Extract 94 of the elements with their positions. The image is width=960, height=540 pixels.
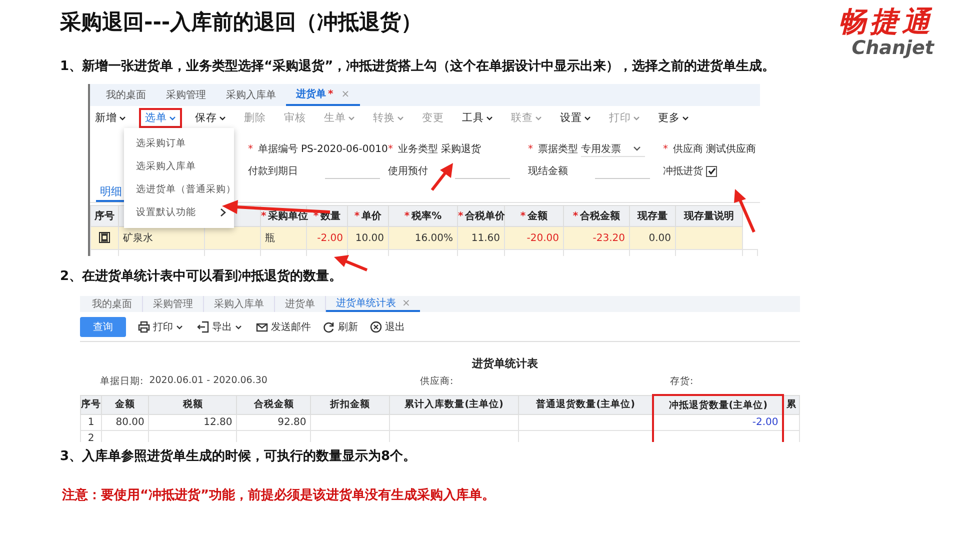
logo-name: 畅捷通 <box>838 6 934 38</box>
field-value[interactable]: PS-2020-06-0010 <box>301 144 388 154</box>
table-cell: -23.20 <box>592 232 625 244</box>
step-text: 3、入库单参照进货单生成的时候，可执行的数量显示为8个。 <box>60 448 418 466</box>
field-label: 供应商 <box>673 142 703 156</box>
required-mark: * <box>663 144 668 154</box>
table-cell: -20.00 <box>526 232 559 244</box>
column-header: 累 <box>786 399 797 410</box>
toolbar-button[interactable]: 发送邮件 <box>256 320 311 334</box>
toolbar-button[interactable]: 打印 <box>138 320 185 334</box>
filter-label: 单据日期: <box>100 375 144 389</box>
table-cell: 瓶 <box>265 233 275 244</box>
table-cell: 1 <box>88 417 94 428</box>
toolbar-button[interactable]: 设置 <box>555 109 596 127</box>
column-header: * 合税金额 <box>572 211 620 222</box>
refresh-icon <box>323 321 335 333</box>
column-header: 金额 <box>115 399 136 410</box>
field-label: 使用预付 <box>388 165 428 178</box>
required-mark: * <box>388 144 393 154</box>
table-cell: 80.00 <box>116 417 144 428</box>
print-icon <box>138 321 150 333</box>
menu-item[interactable]: 设置默认功能 <box>124 201 234 224</box>
table-cell: 2 <box>88 433 94 442</box>
column-header: 普通退货数量(主单位) <box>536 399 635 410</box>
toolbar-button[interactable]: 工具 <box>457 109 498 127</box>
report-title: 进货单统计表 <box>470 356 539 371</box>
toolbar-button[interactable]: 退出 <box>370 320 405 334</box>
checkbox[interactable] <box>706 166 717 176</box>
column-header: 现存量 <box>638 211 668 222</box>
table-cell: 0.00 <box>648 232 671 244</box>
column-header: 合税金额 <box>254 399 294 410</box>
note-text: 注意：要使用“冲抵进货”功能，前提必须是该进货单没有生成采购入库单。 <box>62 486 496 504</box>
field-label: 单据编号 <box>258 142 298 156</box>
arrow <box>334 255 368 272</box>
column-header: 序号 <box>94 211 114 222</box>
table-cell: -2.00 <box>752 417 778 428</box>
field-label: 付款到期日 <box>248 164 298 178</box>
tab[interactable]: 采购入库单 <box>204 296 275 312</box>
tab[interactable]: 我的桌面 <box>82 296 143 312</box>
row-edit-icon[interactable] <box>99 232 110 244</box>
tab[interactable]: 进货单统计表 × <box>326 296 420 312</box>
filter-value: 2020.06.01 - 2020.06.30 <box>149 375 268 388</box>
step-text: 1、新增一张进货单，业务类型选择“采购退货”，冲抵进货搭上勾（这个在单据设计中显示出来），选择之前的进货单生成。 <box>60 58 776 76</box>
column-header: 税额 <box>182 399 203 410</box>
required-mark: * <box>248 144 253 154</box>
table-cell: -2.00 <box>317 232 343 244</box>
tab[interactable]: 采购入库单 <box>216 84 286 106</box>
column-header: * 金额 <box>520 211 548 222</box>
slide-title: 采购退回---入库前的退回（冲抵退货） <box>60 9 422 36</box>
tab[interactable]: 我的桌面 <box>96 84 156 106</box>
caret-icon <box>633 146 641 151</box>
table-cell: 12.80 <box>204 417 232 428</box>
tab[interactable]: 进货单 <box>275 296 326 312</box>
field-label: 冲抵进货 <box>663 164 703 178</box>
filter-label: 供应商: <box>420 375 454 389</box>
table-cell: 16.00% <box>414 232 453 244</box>
table-cell: 11.60 <box>471 232 500 244</box>
arrow <box>734 189 756 233</box>
select-field[interactable]: 专用发票 <box>581 142 645 156</box>
export-icon <box>197 321 209 333</box>
tab[interactable]: 进货单 * × <box>286 84 360 106</box>
column-header: * 税率% <box>404 211 442 222</box>
toolbar-button[interactable]: 保存 <box>190 109 231 127</box>
column-header: 现存量说明 <box>684 211 734 222</box>
exit-icon <box>370 321 382 333</box>
filter-label: 存货: <box>670 375 694 389</box>
field-value[interactable]: 测试供应商 <box>706 142 756 156</box>
column-header: 累计入库数量(主单位) <box>404 399 504 410</box>
required-mark: * <box>528 144 533 154</box>
field-label: 现结金额 <box>528 164 568 178</box>
toolbar-button[interactable]: 新增 <box>90 109 131 127</box>
field-label: 票据类型 <box>538 142 578 156</box>
menu-item[interactable]: 选采购入库单 <box>124 155 234 178</box>
tab[interactable]: 采购管理 <box>156 84 216 106</box>
logo-latin: Chanjet <box>852 38 934 58</box>
column-header: 折扣金额 <box>330 399 370 410</box>
tab[interactable]: 采购管理 <box>143 296 204 312</box>
column-header: 冲抵退货数量(主单位) <box>668 400 768 410</box>
toolbar-button[interactable]: 选单 <box>139 108 182 128</box>
toolbar-button[interactable]: 刷新 <box>323 320 358 334</box>
field-value[interactable]: 采购退货 <box>441 142 481 156</box>
menu-item[interactable]: 选采购订单 <box>124 132 234 155</box>
column-header: * 单价 <box>354 211 382 222</box>
field-label: 业务类型 <box>398 142 438 156</box>
toolbar-button[interactable]: 导出 <box>197 320 244 334</box>
table-cell: 10.00 <box>355 232 384 244</box>
column-header: * 合税单价 <box>458 211 506 222</box>
arrow <box>430 163 453 191</box>
mail-icon <box>256 321 268 333</box>
table-cell: 矿泉水 <box>123 233 153 244</box>
menu-item[interactable]: 选进货单（普通采购） <box>124 178 234 201</box>
step-text: 2、在进货单统计表中可以看到冲抵退货的数量。 <box>60 268 344 286</box>
toolbar-button[interactable]: 更多 <box>653 109 694 127</box>
table-cell: 92.80 <box>278 417 306 428</box>
